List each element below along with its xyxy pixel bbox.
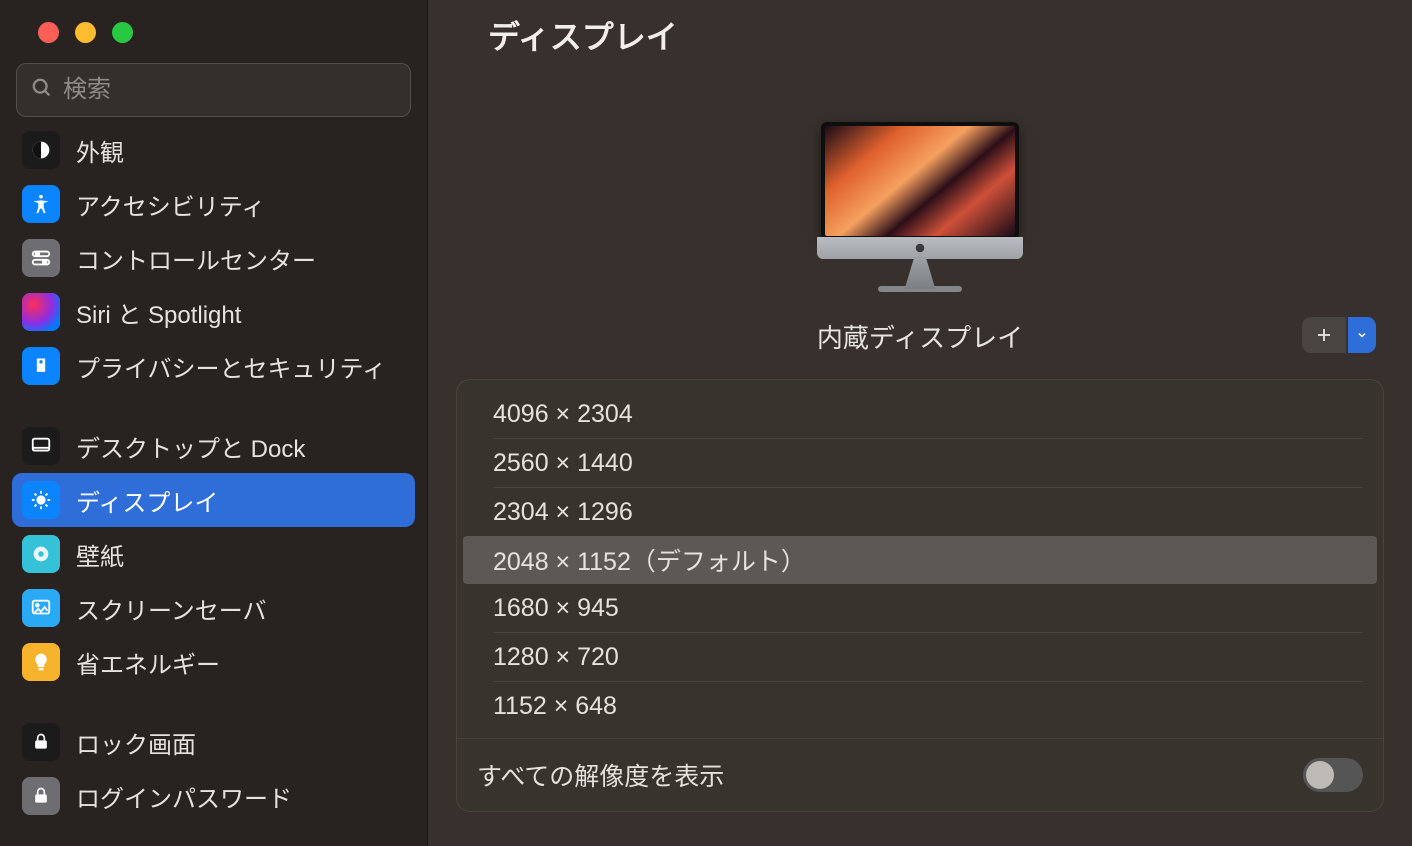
sidebar-item-label: ディスプレイ [76,483,218,518]
login-password-icon [22,777,60,815]
sidebar-item-siri-spotlight[interactable]: Siri と Spotlight [12,285,415,339]
sidebar-item-label: スクリーンセーバ [76,591,267,626]
screensaver-icon [22,589,60,627]
accessibility-icon [22,185,60,223]
page-title: ディスプレイ [488,12,1412,58]
resolution-panel: 4096 × 2304 2560 × 1440 2304 × 1296 2048… [456,379,1384,812]
resolution-option[interactable]: 1680 × 945 [457,584,1383,632]
sidebar-item-appearance[interactable]: 外観 [12,127,415,177]
search-container [0,63,427,127]
sidebar-item-label: 外観 [76,133,124,168]
close-window-button[interactable] [38,22,59,43]
sidebar-item-login-password[interactable]: ログインパスワード [12,769,415,823]
sidebar-item-label: 省エネルギー [76,645,220,680]
wallpaper-icon [22,535,60,573]
sidebar-item-label: ロック画面 [76,725,196,760]
main-header: ディスプレイ [428,0,1412,58]
search-input[interactable] [63,76,396,104]
sidebar-item-energy-saver[interactable]: 省エネルギー [12,635,415,689]
search-icon [31,77,53,104]
show-all-resolutions-toggle[interactable] [1303,758,1363,792]
sidebar-item-label: デスクトップと Dock [76,429,305,464]
sidebar-item-label: コントロールセンター [76,241,316,276]
resolution-option[interactable]: 2304 × 1296 [457,488,1383,536]
resolution-option[interactable]: 1280 × 720 [457,633,1383,681]
desktop-dock-icon [22,427,60,465]
resolution-option-selected[interactable]: 2048 × 1152（デフォルト） [463,536,1377,584]
display-thumbnail[interactable] [817,122,1023,292]
sidebar-item-label: ログインパスワード [76,779,292,814]
sidebar-item-screensaver[interactable]: スクリーンセーバ [12,581,415,635]
imac-screen [821,122,1019,240]
main-content: ディスプレイ 内蔵ディスプレイ 4096 × 2304 2560 × 1440 … [428,0,1412,846]
sidebar-item-label: Siri と Spotlight [76,295,241,330]
window-controls [0,0,427,63]
show-all-resolutions-row: すべての解像度を表示 [457,738,1383,811]
sidebar: 外観 アクセシビリティ コントロールセンター Siri と Spotlight … [0,0,428,846]
sidebar-item-label: アクセシビリティ [76,187,265,222]
minimize-window-button[interactable] [75,22,96,43]
sidebar-item-lock-screen[interactable]: ロック画面 [12,715,415,769]
show-all-resolutions-label: すべての解像度を表示 [477,757,724,793]
siri-icon [22,293,60,331]
imac-stand [896,257,944,289]
add-display-dropdown[interactable] [1348,317,1376,353]
energy-saver-icon [22,643,60,681]
resolution-option[interactable]: 4096 × 2304 [457,390,1383,438]
display-name-label: 内蔵ディスプレイ [817,318,1023,355]
resolution-list: 4096 × 2304 2560 × 1440 2304 × 1296 2048… [457,380,1383,730]
privacy-icon [22,347,60,385]
sidebar-item-displays[interactable]: ディスプレイ [12,473,415,527]
imac-chin [817,237,1023,259]
control-center-icon [22,239,60,277]
sidebar-item-accessibility[interactable]: アクセシビリティ [12,177,415,231]
search-field[interactable] [16,63,411,117]
displays-icon [22,481,60,519]
sidebar-nav: 外観 アクセシビリティ コントロールセンター Siri と Spotlight … [0,127,427,846]
sidebar-item-label: プライバシーとセキュリティ [76,349,386,384]
sidebar-item-control-center[interactable]: コントロールセンター [12,231,415,285]
resolution-option[interactable]: 1152 × 648 [457,682,1383,730]
zoom-window-button[interactable] [112,22,133,43]
add-display-button[interactable] [1302,317,1346,353]
sidebar-item-label: 壁紙 [76,537,124,572]
add-display-controls [1302,317,1376,353]
sidebar-item-desktop-dock[interactable]: デスクトップと Dock [12,419,415,473]
lock-screen-icon [22,723,60,761]
resolution-option[interactable]: 2560 × 1440 [457,439,1383,487]
sidebar-item-privacy-security[interactable]: プライバシーとセキュリティ [12,339,415,393]
display-hero: 内蔵ディスプレイ [428,58,1412,379]
appearance-icon [22,131,60,169]
sidebar-item-wallpaper[interactable]: 壁紙 [12,527,415,581]
